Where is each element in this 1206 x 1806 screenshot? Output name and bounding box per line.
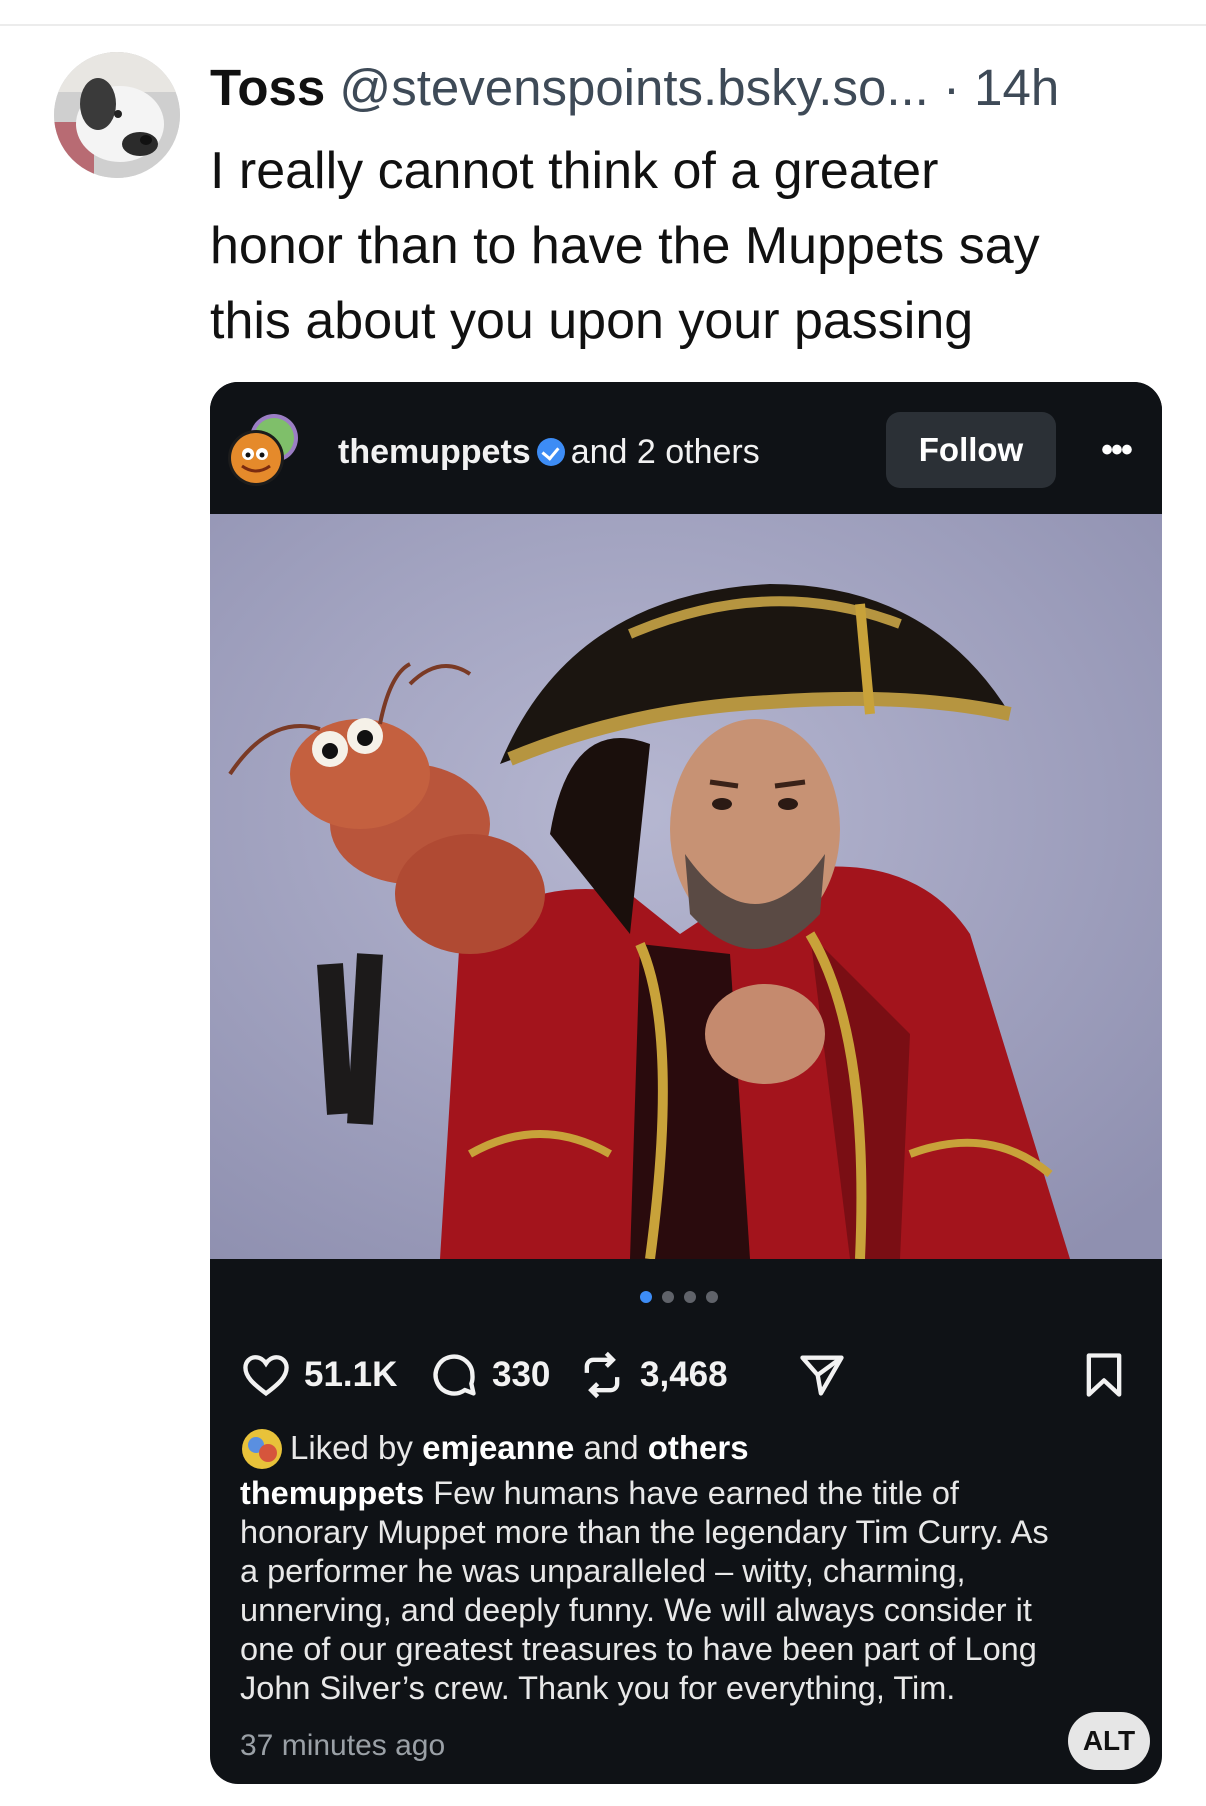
avatar[interactable] bbox=[54, 52, 180, 178]
repost-icon bbox=[584, 1351, 620, 1399]
post-photo bbox=[210, 514, 1162, 1259]
share-action bbox=[796, 1340, 848, 1410]
top-divider bbox=[0, 24, 1206, 26]
liked-by-prefix: Liked by bbox=[290, 1429, 413, 1466]
follow-button: Follow bbox=[886, 412, 1056, 488]
save-action bbox=[1078, 1340, 1130, 1410]
repost-count: 3,468 bbox=[640, 1355, 728, 1394]
separator: · bbox=[943, 59, 960, 116]
post-text: I really cannot think of a greater honor… bbox=[210, 134, 1170, 359]
caption-line: a performer he was unparalleled – witty,… bbox=[240, 1553, 966, 1589]
like-action: 51.1K bbox=[240, 1340, 397, 1410]
liked-by-others: others bbox=[647, 1429, 749, 1466]
caption-line: one of our greatest treasures to have be… bbox=[240, 1631, 1037, 1667]
bookmark-icon bbox=[1086, 1353, 1122, 1397]
carousel-indicator bbox=[640, 1290, 728, 1306]
liked-by-user: emjeanne bbox=[422, 1429, 575, 1466]
liked-by-row: Liked by emjeanne and others bbox=[240, 1424, 1140, 1472]
comment-count: 330 bbox=[492, 1355, 551, 1394]
instagram-caption: themuppets Few humans have earned the ti… bbox=[240, 1474, 1140, 1708]
embedded-screenshot[interactable]: themuppets and 2 others Follow ••• 51.1K… bbox=[210, 382, 1162, 1784]
like-count: 51.1K bbox=[304, 1355, 398, 1394]
alt-text-button[interactable]: ALT bbox=[1068, 1712, 1150, 1770]
collab-avatar bbox=[224, 410, 306, 492]
liked-by-middle: and bbox=[583, 1429, 639, 1466]
post-text-line: honor than to have the Muppets say bbox=[210, 217, 1040, 275]
carousel-dot bbox=[662, 1291, 674, 1303]
caption-line: honorary Muppet more than the legendary … bbox=[240, 1514, 1049, 1550]
pirate-photo-illustration bbox=[210, 514, 1162, 1259]
carousel-dot bbox=[706, 1291, 718, 1303]
repost-action: 3,468 bbox=[576, 1340, 728, 1410]
liker-avatar bbox=[240, 1427, 284, 1471]
post-text-line: this about you upon your passing bbox=[210, 292, 974, 350]
caption-username: themuppets bbox=[240, 1475, 425, 1511]
carousel-dot bbox=[640, 1291, 652, 1303]
instagram-time-ago: 37 minutes ago bbox=[240, 1729, 446, 1762]
display-name[interactable]: Toss bbox=[210, 59, 325, 116]
carousel-dot bbox=[684, 1291, 696, 1303]
post-text-line: I really cannot think of a greater bbox=[210, 142, 939, 200]
collab-text: and 2 others bbox=[570, 433, 760, 471]
caption-line: unnerving, and deeply funny. We will alw… bbox=[240, 1592, 1032, 1628]
instagram-header: themuppets and 2 others Follow ••• bbox=[210, 382, 1162, 514]
heart-icon bbox=[243, 1355, 289, 1397]
verified-badge-icon bbox=[536, 438, 565, 466]
instagram-actions: 51.1K 330 3,468 bbox=[240, 1340, 1140, 1410]
post-header: Toss @stevenspoints.bsky.so... · 14h bbox=[210, 58, 1180, 118]
handle[interactable]: @stevenspoints.bsky.so... bbox=[339, 59, 928, 116]
dog-avatar-image bbox=[54, 52, 180, 178]
instagram-username: themuppets bbox=[338, 433, 531, 471]
comment-icon bbox=[433, 1354, 476, 1396]
instagram-username-row: themuppets and 2 others bbox=[338, 432, 760, 472]
caption-line: John Silver’s crew. Thank you for everyt… bbox=[240, 1670, 956, 1706]
comment-action: 330 bbox=[428, 1340, 550, 1410]
caption-line: Few humans have earned the title of bbox=[433, 1475, 959, 1511]
send-icon bbox=[800, 1355, 844, 1396]
post-time[interactable]: 14h bbox=[974, 59, 1059, 116]
more-options-icon: ••• bbox=[1101, 431, 1133, 469]
